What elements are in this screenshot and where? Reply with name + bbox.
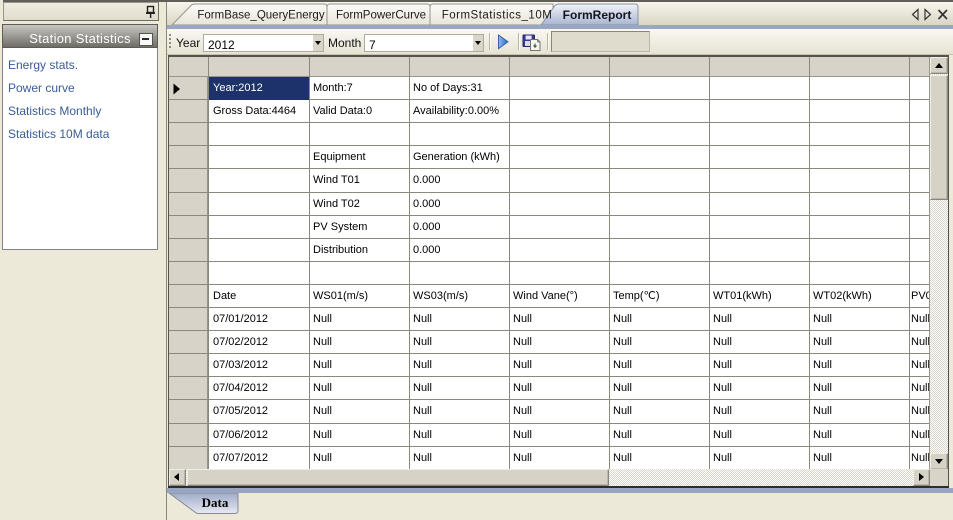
svg-text:FormPowerCurve: FormPowerCurve — [336, 10, 426, 22]
svg-text:FormStatistics_10M: FormStatistics_10M — [442, 10, 553, 22]
svg-text:Data: Data — [202, 495, 229, 510]
svg-text:FormReport: FormReport — [563, 8, 632, 22]
svg-text:FormBase_QueryEnergy: FormBase_QueryEnergy — [197, 10, 324, 22]
